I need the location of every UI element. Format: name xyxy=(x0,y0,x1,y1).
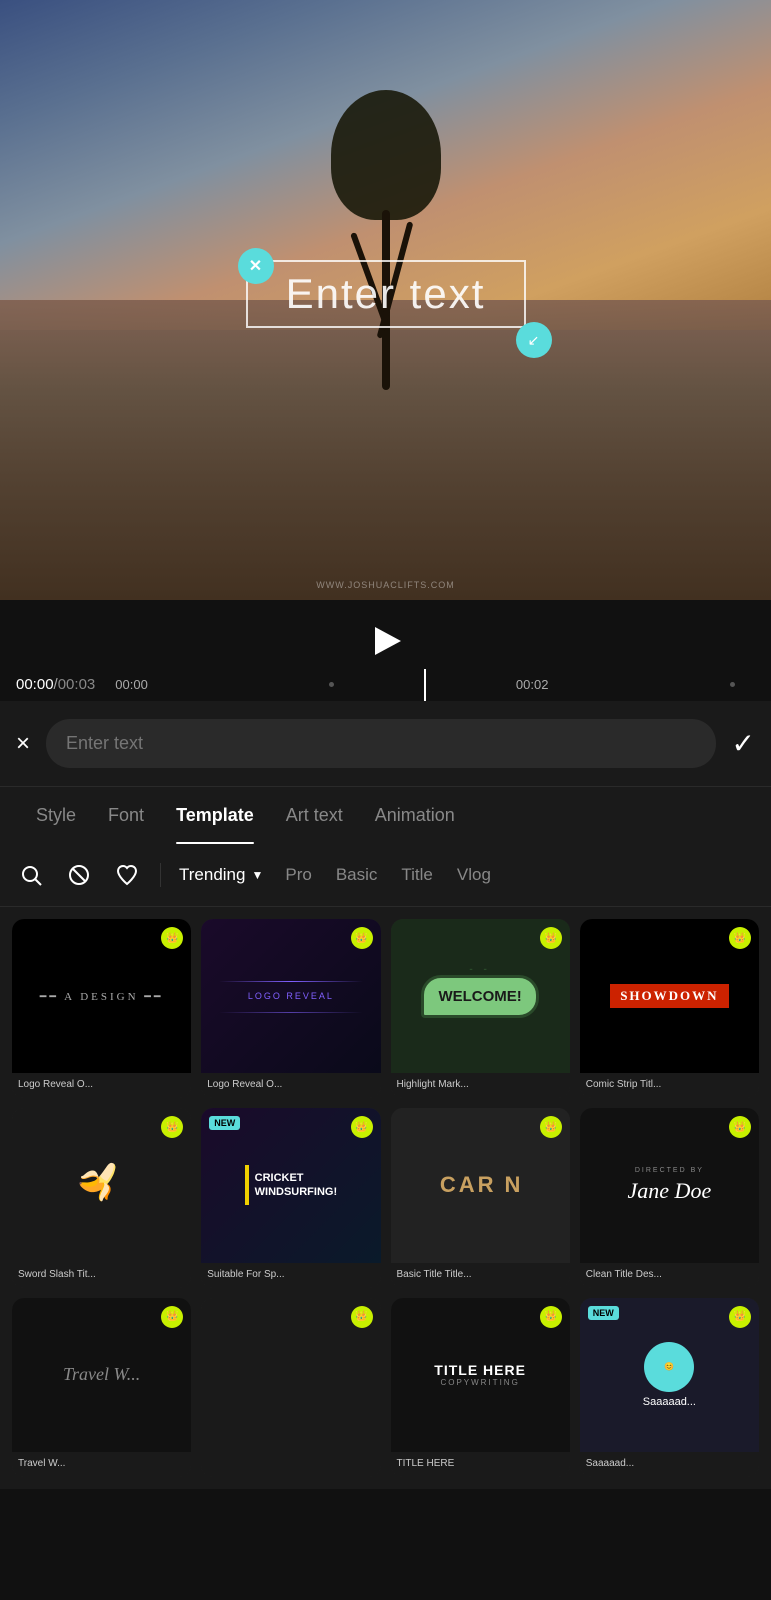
filter-options: Pro Basic Title Vlog xyxy=(285,865,491,885)
template-label-4: Comic Strip Titl... xyxy=(580,1073,759,1098)
text-input-area: × ✓ xyxy=(0,701,771,786)
marker-1: 00:00 xyxy=(115,677,148,692)
pro-badge-12: 👑 xyxy=(729,1306,751,1328)
timeline-needle xyxy=(424,669,426,701)
pro-badge-4: 👑 xyxy=(729,927,751,949)
template-label-12: Saaaaad... xyxy=(580,1452,759,1477)
filter-bar: Trending ▼ Pro Basic Title Vlog xyxy=(0,844,771,907)
input-close-button[interactable]: × xyxy=(16,730,30,758)
trending-label: Trending xyxy=(179,865,245,885)
showdown-text: SHOWDOWN xyxy=(610,984,728,1008)
template-label-9: Travel W... xyxy=(12,1452,191,1477)
template-card-6[interactable]: NEW CRICKETWINDSURFING! 👑 Suitable For S… xyxy=(201,1108,380,1287)
timeline-bar: 00:00 / 00:03 00:00 00:02 xyxy=(0,676,771,693)
tab-animation[interactable]: Animation xyxy=(359,787,471,844)
template-card-12[interactable]: NEW 😊 Saaaaad... 👑 Saaaaad... xyxy=(580,1298,759,1477)
filter-title[interactable]: Title xyxy=(401,865,433,885)
template-label-6: Suitable For Sp... xyxy=(201,1263,380,1288)
template-thumb-6: NEW CRICKETWINDSURFING! 👑 xyxy=(201,1108,380,1262)
search-filter-button[interactable] xyxy=(16,860,46,890)
pro-badge-8: 👑 xyxy=(729,1116,751,1138)
text-input-field[interactable] xyxy=(46,719,716,768)
template-card-4[interactable]: SHOWDOWN 👑 Comic Strip Titl... xyxy=(580,919,759,1098)
welcome-bubble: WELCOME! xyxy=(421,975,538,1018)
template-thumb-8: DIRECTED BY Jane Doe 👑 xyxy=(580,1108,759,1262)
time-current: 00:00 xyxy=(16,676,54,693)
play-button[interactable] xyxy=(361,616,411,666)
pro-badge-1: 👑 xyxy=(161,927,183,949)
template-label-8: Clean Title Des... xyxy=(580,1263,759,1288)
template-card-7[interactable]: CAR N 👑 Basic Title Title... xyxy=(391,1108,570,1287)
template-grid: ━━ A DESIGN ━━ 👑 Logo Reveal O... LOGO R… xyxy=(0,907,771,1489)
template-thumb-11: TITLE HERE COPYWRITING 👑 xyxy=(391,1298,570,1452)
pro-badge-9: 👑 xyxy=(161,1306,183,1328)
template-card-2[interactable]: LOGO REVEAL 👑 Logo Reveal O... xyxy=(201,919,380,1098)
template-label-2: Logo Reveal O... xyxy=(201,1073,380,1098)
tab-art-text[interactable]: Art text xyxy=(270,787,359,844)
tab-template[interactable]: Template xyxy=(160,787,270,844)
pro-badge-5: 👑 xyxy=(161,1116,183,1138)
template-thumb-7: CAR N 👑 xyxy=(391,1108,570,1262)
template-thumb-5: 🍌 👑 xyxy=(12,1108,191,1262)
template-card-9[interactable]: Travel W... 👑 Travel W... xyxy=(12,1298,191,1477)
template-thumb-9: Travel W... 👑 xyxy=(12,1298,191,1452)
pro-badge-2: 👑 xyxy=(351,927,373,949)
block-icon xyxy=(67,863,91,887)
input-confirm-button[interactable]: ✓ xyxy=(732,727,755,760)
template-card-5[interactable]: 🍌 👑 Sword Slash Tit... xyxy=(12,1108,191,1287)
template-card-10[interactable]: 👑 xyxy=(201,1298,380,1477)
filter-vlog[interactable]: Vlog xyxy=(457,865,491,885)
template-label-11: TITLE HERE xyxy=(391,1452,570,1477)
no-filter-button[interactable] xyxy=(64,860,94,890)
trending-dropdown[interactable]: Trending ▼ xyxy=(179,865,263,885)
template-label-7: Basic Title Title... xyxy=(391,1263,570,1288)
template-card-3[interactable]: WELCOME! 👑 Highlight Mark... xyxy=(391,919,570,1098)
template-thumb-12: NEW 😊 Saaaaad... 👑 xyxy=(580,1298,759,1452)
pro-badge-10: 👑 xyxy=(351,1306,373,1328)
tree-silhouette xyxy=(326,90,446,390)
filter-pro[interactable]: Pro xyxy=(285,865,311,885)
play-icon xyxy=(375,627,401,655)
template-thumb-2: LOGO REVEAL 👑 xyxy=(201,919,380,1073)
video-watermark: WWW.JOSHUACLIFTS.COM xyxy=(316,580,455,590)
template-card-8[interactable]: DIRECTED BY Jane Doe 👑 Clean Title Des..… xyxy=(580,1108,759,1287)
template-thumb-1: ━━ A DESIGN ━━ 👑 xyxy=(12,919,191,1073)
chevron-down-icon: ▼ xyxy=(251,868,263,882)
new-badge-6: NEW xyxy=(209,1116,240,1130)
pro-badge-3: 👑 xyxy=(540,927,562,949)
time-total: 00:03 xyxy=(58,676,96,693)
template-label-1: Logo Reveal O... xyxy=(12,1073,191,1098)
playback-controls: 00:00 / 00:03 00:00 00:02 xyxy=(0,600,771,701)
text-overlay-close[interactable]: ✕ xyxy=(238,248,274,284)
tab-style[interactable]: Style xyxy=(20,787,92,844)
timeline-dot-1 xyxy=(329,682,334,687)
pro-badge-7: 👑 xyxy=(540,1116,562,1138)
timeline-dot-2 xyxy=(730,682,735,687)
text-overlay-box[interactable]: Enter text xyxy=(246,260,526,328)
template-card-11[interactable]: TITLE HERE COPYWRITING 👑 TITLE HERE xyxy=(391,1298,570,1477)
text-overlay-resize[interactable]: ↙ xyxy=(516,322,552,358)
template-thumb-3: WELCOME! 👑 xyxy=(391,919,570,1073)
pro-badge-6: 👑 xyxy=(351,1116,373,1138)
video-preview: ✕ Enter text ↙ WWW.JOSHUACLIFTS.COM xyxy=(0,0,771,600)
template-label-5: Sword Slash Tit... xyxy=(12,1263,191,1288)
timeline-track[interactable]: 00:00 00:02 xyxy=(95,677,755,692)
search-icon xyxy=(19,863,43,887)
filter-basic[interactable]: Basic xyxy=(336,865,378,885)
filter-divider xyxy=(160,863,161,887)
template-thumb-4: SHOWDOWN 👑 xyxy=(580,919,759,1073)
template-thumb-10: 👑 xyxy=(201,1298,380,1463)
pro-badge-11: 👑 xyxy=(540,1306,562,1328)
text-overlay-content: Enter text xyxy=(286,270,486,317)
new-badge-12: NEW xyxy=(588,1306,619,1320)
template-label-10 xyxy=(201,1463,380,1477)
tab-font[interactable]: Font xyxy=(92,787,160,844)
template-card-1[interactable]: ━━ A DESIGN ━━ 👑 Logo Reveal O... xyxy=(12,919,191,1098)
heart-icon xyxy=(115,863,139,887)
tab-bar: Style Font Template Art text Animation xyxy=(0,786,771,844)
favorites-filter-button[interactable] xyxy=(112,860,142,890)
marker-2: 00:02 xyxy=(516,677,549,692)
template-label-3: Highlight Mark... xyxy=(391,1073,570,1098)
